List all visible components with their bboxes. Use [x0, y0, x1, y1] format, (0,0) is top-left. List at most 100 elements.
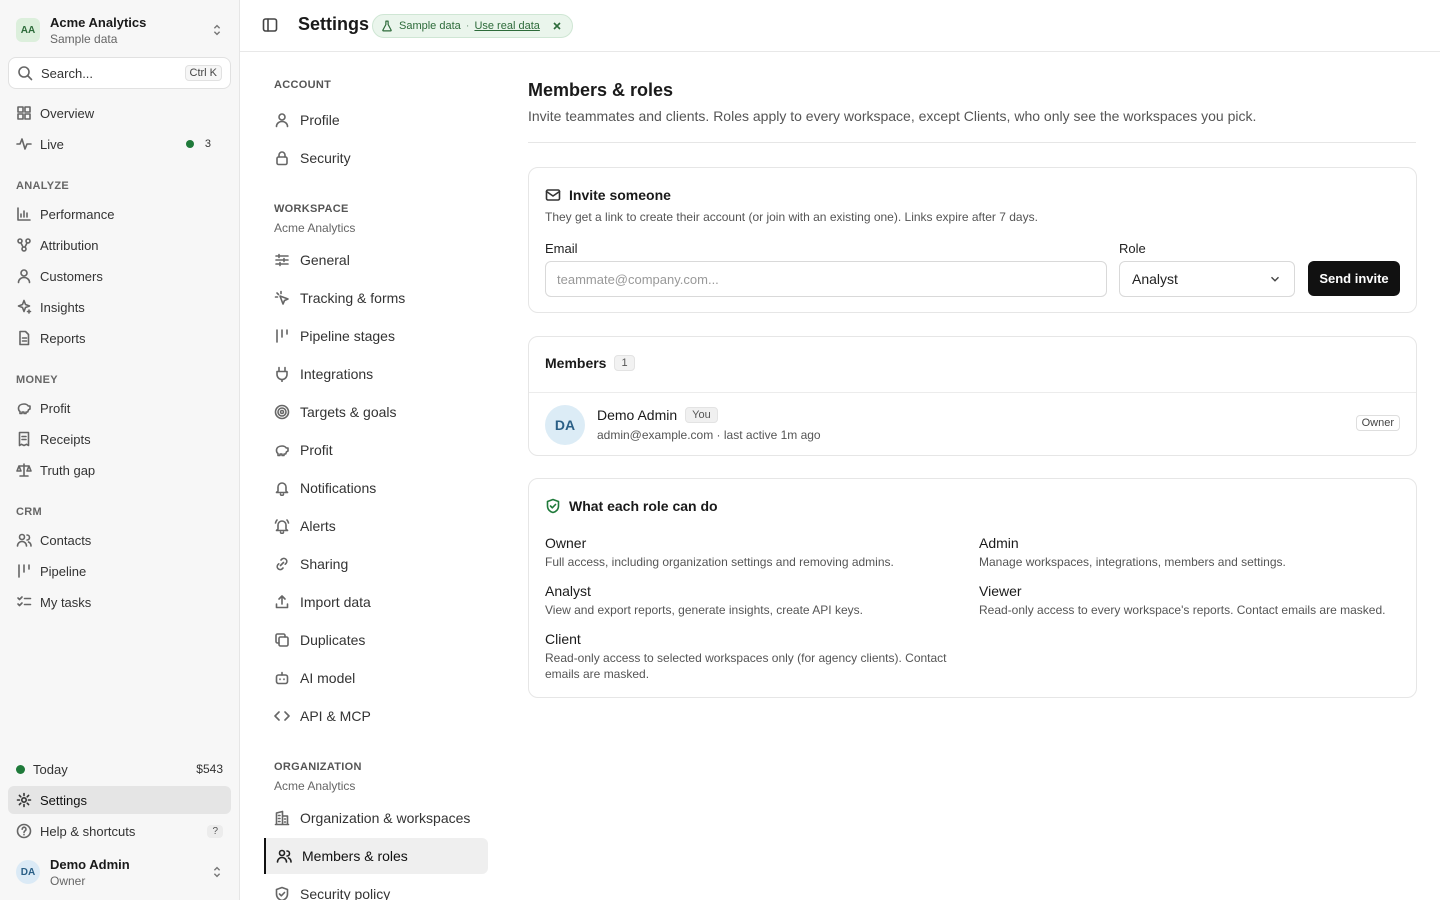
building-icon [274, 810, 290, 826]
org-subtitle: Sample data [50, 31, 118, 46]
settings-item-general[interactable]: General [264, 242, 488, 278]
settings-item-integrations[interactable]: Integrations [264, 356, 488, 392]
sidebar-item-reports[interactable]: Reports [8, 324, 231, 352]
sidebar-item-attribution[interactable]: Attribution [8, 231, 231, 259]
settings-item-label: General [300, 252, 350, 268]
search-icon [18, 66, 33, 81]
scale-icon [16, 463, 32, 477]
settings-item-duplicates[interactable]: Duplicates [264, 622, 488, 658]
table-row[interactable]: DA Demo Admin You admin@example.com · la… [529, 392, 1416, 456]
sidebar-item-label: Customers [40, 268, 103, 284]
settings-item-label: Security policy [300, 886, 391, 900]
users-icon [16, 533, 32, 547]
kanban-icon [276, 329, 288, 343]
sidebar-item-truth-gap[interactable]: Truth gap [8, 456, 231, 484]
search-placeholder: Search... [41, 65, 94, 81]
settings-item-pipeline-stages[interactable]: Pipeline stages [264, 318, 488, 354]
use-real-data-link[interactable]: Use real data [474, 20, 539, 32]
settings-item-api[interactable]: API & MCP [264, 698, 488, 734]
help-circle-icon [16, 823, 32, 839]
settings-item-security-policy[interactable]: Security policy [264, 876, 488, 900]
role-owner: Owner Full access, including organizatio… [545, 535, 965, 570]
invite-description: They get a link to create their account … [545, 210, 1038, 224]
send-invite-button[interactable]: Send invite [1308, 261, 1400, 296]
sidebar-toggle-icon[interactable] [262, 17, 278, 33]
sidebar-item-profit[interactable]: Profit [8, 394, 231, 422]
role-label: Role [1119, 241, 1146, 256]
live-count: 3 [204, 138, 211, 150]
sidebar-item-customers[interactable]: Customers [8, 262, 231, 290]
header: Settings Sample data · Use real data [240, 0, 1440, 52]
sidebar-item-live[interactable]: Live 3 [8, 130, 231, 158]
members-title-row: Members 1 [545, 355, 635, 371]
sidebar-item-help[interactable]: Help & shortcuts ? [8, 817, 231, 845]
settings-item-label: Pipeline stages [300, 328, 395, 344]
sidebar-item-pipeline[interactable]: Pipeline [8, 557, 231, 585]
role-description: Read-only access to every workspace's re… [979, 603, 1386, 617]
role-viewer: Viewer Read-only access to every workspa… [979, 583, 1409, 618]
bell-ring-icon [274, 519, 290, 534]
close-icon[interactable] [552, 21, 562, 31]
role-description: Read-only access to selected workspaces … [545, 651, 947, 681]
role-client: Client Read-only access to selected work… [545, 631, 965, 682]
settings-item-profile[interactable]: Profile [264, 102, 488, 138]
sidebar-today-spend[interactable]: Today $543 [8, 755, 231, 783]
settings-item-profit[interactable]: Profit [264, 432, 488, 468]
settings-item-targets[interactable]: Targets & goals [264, 394, 488, 430]
copy-icon [275, 633, 289, 647]
member-role-badge: Owner [1355, 415, 1400, 431]
role-name: Admin [979, 535, 1019, 551]
settings-item-alerts[interactable]: Alerts [264, 508, 488, 544]
settings-item-notifications[interactable]: Notifications [264, 470, 488, 506]
status-dot [16, 764, 25, 774]
sidebar-item-my-tasks[interactable]: My tasks [8, 588, 231, 616]
role-select[interactable]: Analyst [1119, 261, 1295, 297]
sidebar-item-overview[interactable]: Overview [8, 99, 231, 127]
role-analyst: Analyst View and export reports, generat… [545, 583, 965, 618]
members-card: Members 1 DA Demo Admin You admin@exampl… [528, 336, 1417, 456]
sidebar-item-performance[interactable]: Performance [8, 200, 231, 228]
sidebar-item-receipts[interactable]: Receipts [8, 425, 231, 453]
settings-item-organization[interactable]: Organization & workspaces [264, 800, 488, 836]
sidebar-item-label: Insights [40, 299, 85, 315]
settings-item-label: Notifications [300, 480, 377, 496]
settings-item-sharing[interactable]: Sharing [264, 546, 488, 582]
role-select-value: Analyst [1132, 271, 1178, 287]
shield-check-icon [275, 886, 289, 900]
network-icon [17, 238, 31, 252]
settings-item-security[interactable]: Security [264, 140, 488, 176]
settings-item-import[interactable]: Import data [264, 584, 488, 620]
sidebar-item-label: Attribution [40, 237, 99, 253]
search-box[interactable]: Search... Ctrl K [8, 57, 231, 89]
org-avatar: AA [16, 18, 40, 42]
sidebar-item-label: Live [40, 136, 64, 152]
sidebar-item-label: Settings [40, 792, 87, 808]
live-indicator-dot [185, 140, 194, 148]
document-icon [19, 330, 30, 346]
org-switcher[interactable]: AA Acme Analytics Sample data [8, 8, 232, 52]
user-menu[interactable]: DA Demo Admin Owner [8, 850, 232, 894]
sidebar-section-money: MONEY [16, 374, 58, 386]
settings-item-label: Members & roles [302, 848, 408, 864]
sidebar-item-settings[interactable]: Settings [8, 786, 231, 814]
piggy-bank-icon [17, 403, 31, 415]
sidebar-section-crm: CRM [16, 506, 42, 518]
sidebar-item-contacts[interactable]: Contacts [8, 526, 231, 554]
settings-item-tracking[interactable]: Tracking & forms [264, 280, 488, 316]
settings-item-ai-model[interactable]: AI model [264, 660, 488, 696]
you-badge: You [685, 407, 718, 423]
settings-item-label: Tracking & forms [300, 290, 406, 306]
member-name-row: Demo Admin You [597, 407, 718, 423]
flask-icon [382, 20, 392, 32]
members-count: 1 [614, 355, 635, 371]
settings-item-label: Import data [300, 594, 371, 610]
sample-data-banner: Sample data · Use real data [372, 14, 573, 38]
sidebar-item-insights[interactable]: Insights [8, 293, 231, 321]
settings-item-members-roles[interactable]: Members & roles [264, 838, 488, 874]
email-field[interactable] [545, 261, 1107, 297]
settings-item-label: Profit [300, 442, 333, 458]
page-title: Settings [298, 14, 370, 34]
today-label: Today [33, 761, 68, 777]
section-title: Members & roles [528, 80, 674, 100]
code-icon [274, 711, 290, 721]
